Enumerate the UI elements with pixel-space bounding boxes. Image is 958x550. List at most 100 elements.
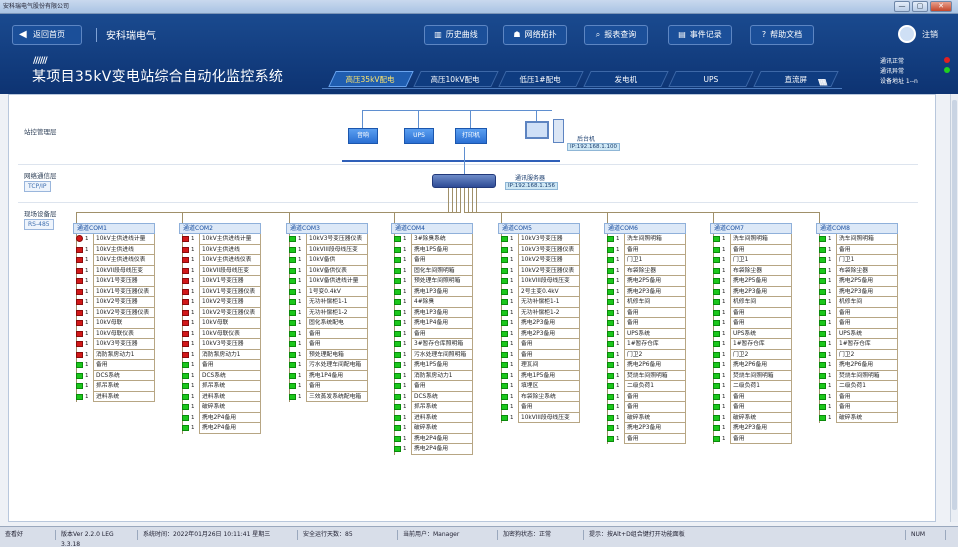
logout-button[interactable]: 注销 [898,24,940,46]
device-row[interactable]: 1 10kVII段母线压变 [73,265,155,276]
device-row[interactable]: 1 10kVII段母线压变 [179,265,261,276]
com-header[interactable]: 通道COM5 [498,223,580,234]
device-row[interactable]: 1 携电2P5备用 [816,276,898,287]
device-row[interactable]: 1 填埋区 [498,381,580,392]
device-row[interactable]: 1 进料系统 [391,412,473,423]
device-row[interactable]: 1 备用 [286,328,368,339]
device-row[interactable]: 1 10kV2号变压器 [73,297,155,308]
device-row[interactable]: 1 2号主变0.4kV [498,286,580,297]
device-row[interactable]: 1 10kV3号变压器 [73,339,155,350]
device-row[interactable]: 1 携电1P3备用 [391,286,473,297]
device-row[interactable]: 1 4#除臭 [391,297,473,308]
device-row[interactable]: 1 备用 [604,433,686,444]
device-row[interactable]: 1 携电1P5备用 [391,244,473,255]
device-row[interactable]: 1 10kV备供进线计量 [286,276,368,287]
device-row[interactable]: 1 备用 [604,402,686,413]
device-row[interactable]: 1 10kV主供进线计量 [73,234,155,245]
device-row[interactable]: 1 焚烧车间照明箱 [710,370,792,381]
device-row[interactable]: 1 消防泵房动力1 [179,349,261,360]
device-row[interactable]: 1 10kV3号变压器仪表 [498,244,580,255]
device-row[interactable]: 1 3#暂存仓库照明箱 [391,339,473,350]
device-row[interactable]: 1 携电2P5备用 [604,276,686,287]
device-row[interactable]: 1 布袋除尘系统 [498,391,580,402]
tab-low-voltage[interactable]: 低压1#配电 [498,71,584,87]
tab-10kv[interactable]: 高压10kV配电 [413,71,499,87]
device-row[interactable]: 1 备用 [391,255,473,266]
device-row[interactable]: 1 10kV2号变压器 [498,255,580,266]
com-header[interactable]: 通道COM8 [816,223,898,234]
device-row[interactable]: 1 污水处理车间照明箱 [391,349,473,360]
device-row[interactable]: 1 10kV1号变压器 [179,276,261,287]
device-row[interactable]: 1 携电2P3备用 [816,286,898,297]
device-row[interactable]: 1 预处理配电箱 [286,349,368,360]
device-row[interactable]: 1 10kV3号变压器仪表 [286,234,368,245]
device-row[interactable]: 1 二级负荷1 [816,381,898,392]
device-row[interactable]: 1 备用 [710,402,792,413]
device-row[interactable]: 1 10kV主供进线 [179,244,261,255]
device-row[interactable]: 1 DCS系统 [391,391,473,402]
device-row[interactable]: 1 携电2P3备用 [498,318,580,329]
device-row[interactable]: 1 携电1P4备用 [286,370,368,381]
device-row[interactable]: 1 携电1P5备用 [498,370,580,381]
device-row[interactable]: 1 备用 [816,402,898,413]
device-row[interactable]: 1 1#暂存仓库 [710,339,792,350]
device-row[interactable]: 1 二级负荷1 [710,381,792,392]
device-row[interactable]: 1 备用 [73,360,155,371]
device-row[interactable]: 1 10kVIII段母线压变 [286,244,368,255]
device-row[interactable]: 1 携电2P4备用 [179,412,261,423]
device-row[interactable]: 1 固化车间照明箱 [391,265,473,276]
printer-device[interactable]: 打印机 [455,128,487,144]
device-row[interactable]: 1 DCS系统 [179,370,261,381]
tab-generator[interactable]: 发电机 [583,71,669,87]
device-row[interactable]: 1 携电2P4备用 [179,423,261,434]
scroll-thumb[interactable] [952,100,957,510]
com-header[interactable]: 通道COM6 [604,223,686,234]
device-row[interactable]: 1 备用 [604,391,686,402]
device-row[interactable]: 1 10kV1号变压器 [73,276,155,287]
tab-dc-panel[interactable]: 直流屏 [753,71,839,87]
speaker-device[interactable]: 音响 [348,128,378,144]
device-row[interactable]: 1 10kV备供 [286,255,368,266]
device-row[interactable]: 1 机修车间 [604,297,686,308]
minimize-button[interactable]: — [894,1,910,12]
close-button[interactable]: ✕ [930,1,952,12]
device-row[interactable]: 1 携电2P3备用 [604,423,686,434]
device-row[interactable]: 1 备用 [710,307,792,318]
device-row[interactable]: 1 10kV母联仪表 [179,328,261,339]
device-row[interactable]: 1 1号变0.4kV [286,286,368,297]
device-row[interactable]: 1 备用 [710,391,792,402]
device-row[interactable]: 1 10kV2号变压器仪表 [73,307,155,318]
device-row[interactable]: 1 破碎系统 [604,412,686,423]
device-row[interactable]: 1 破碎系统 [391,423,473,434]
device-row[interactable]: 1 布袋除尘器 [816,265,898,276]
device-row[interactable]: 1 DCS系统 [73,370,155,381]
comm-server-icon[interactable] [432,174,496,188]
device-row[interactable]: 1 门卫1 [604,255,686,266]
pc-tower-icon[interactable] [553,119,564,143]
device-row[interactable]: 1 污水处理车间配电箱 [286,360,368,371]
device-row[interactable]: 1 携电2P6备用 [604,360,686,371]
device-row[interactable]: 1 门卫2 [710,349,792,360]
device-row[interactable]: 1 10kV2号变压器仪表 [498,265,580,276]
device-row[interactable]: 1 抓吊系统 [73,381,155,392]
device-row[interactable]: 1 10kV2号变压器仪表 [179,307,261,318]
device-row[interactable]: 1 备用 [604,318,686,329]
com-header[interactable]: 通道COM3 [286,223,368,234]
device-row[interactable]: 1 布袋除尘器 [604,265,686,276]
device-row[interactable]: 1 备用 [391,381,473,392]
help-doc-button[interactable]: ? 帮助文档 [750,25,814,45]
device-row[interactable]: 1 洗车间照明箱 [710,234,792,245]
device-row[interactable]: 1 二级负荷1 [604,381,686,392]
device-row[interactable]: 1 3#除臭系统 [391,234,473,245]
device-row[interactable]: 1 无功补偿柜1-1 [498,297,580,308]
tab-35kv[interactable]: 高压35kV配电 [328,71,414,87]
device-row[interactable]: 1 门卫2 [604,349,686,360]
device-row[interactable]: 1 门卫2 [816,349,898,360]
maximize-button[interactable]: ▢ [912,1,928,12]
device-row[interactable]: 1 抓吊系统 [179,381,261,392]
device-row[interactable]: 1 10kV母联仪表 [73,328,155,339]
device-row[interactable]: 1 破碎系统 [710,412,792,423]
device-row[interactable]: 1 备用 [710,318,792,329]
device-row[interactable]: 1 理瓦间 [498,360,580,371]
device-row[interactable]: 1 抓吊系统 [391,402,473,413]
